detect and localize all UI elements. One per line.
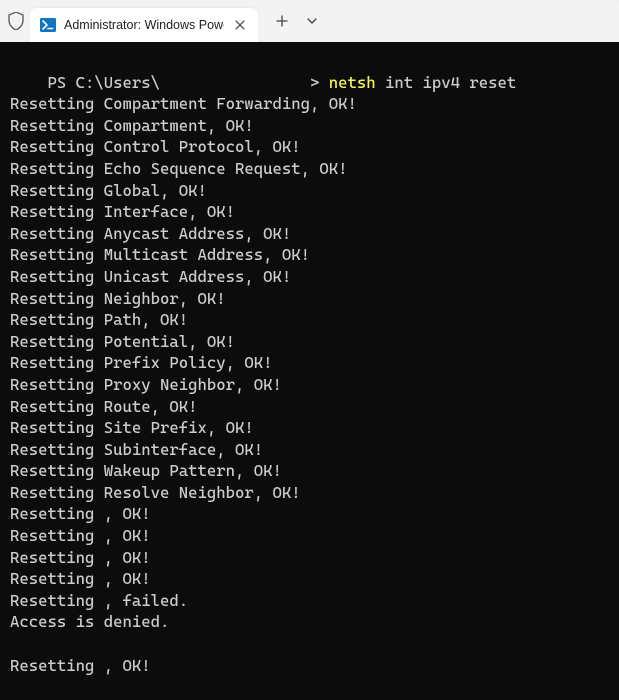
output-line: Resetting Unicast Address, OK!: [10, 266, 609, 288]
output-line: Resetting Compartment Forwarding, OK!: [10, 93, 609, 115]
prompt-prefix: PS C:\Users\: [48, 73, 161, 92]
output-line: Resetting , OK!: [10, 503, 609, 525]
redacted-username: [160, 75, 310, 91]
output-line: Resetting , OK!: [10, 547, 609, 569]
terminal-output[interactable]: PS C:\Users\ > netsh int ipv4 reset Reset…: [0, 42, 619, 700]
output-line: Resetting Proxy Neighbor, OK!: [10, 374, 609, 396]
output-line: Resetting Route, OK!: [10, 396, 609, 418]
new-tab-button[interactable]: [268, 7, 296, 35]
output-line: Resetting , OK!: [10, 525, 609, 547]
output-line: Resetting Path, OK!: [10, 309, 609, 331]
output-line: Resetting Echo Sequence Request, OK!: [10, 158, 609, 180]
powershell-icon: [40, 17, 56, 33]
tab-active[interactable]: Administrator: Windows Powe: [30, 8, 258, 42]
command-rest: int ipv4 reset: [376, 73, 517, 92]
tab-bar: Administrator: Windows Powe: [0, 0, 619, 42]
prompt-suffix: >: [310, 73, 329, 92]
output-line: Resetting Neighbor, OK!: [10, 288, 609, 310]
output-line: Resetting Prefix Policy, OK!: [10, 352, 609, 374]
output-line: [10, 633, 609, 655]
output-line: Resetting Subinterface, OK!: [10, 439, 609, 461]
shield-icon: [8, 12, 24, 30]
output-line: Resetting Global, OK!: [10, 180, 609, 202]
output-line: Resetting Control Protocol, OK!: [10, 136, 609, 158]
output-line: Resetting , OK!: [10, 568, 609, 590]
command-highlight: netsh: [329, 73, 376, 92]
output-lines: Resetting Compartment Forwarding, OK!Res…: [10, 93, 609, 676]
output-line: Resetting , failed.: [10, 590, 609, 612]
output-line: Access is denied.: [10, 611, 609, 633]
output-line: Resetting Compartment, OK!: [10, 115, 609, 137]
prompt-line: PS C:\Users\ > netsh int ipv4 reset: [48, 73, 517, 92]
output-line: Resetting Site Prefix, OK!: [10, 417, 609, 439]
output-line: Resetting Wakeup Pattern, OK!: [10, 460, 609, 482]
output-line: Resetting Resolve Neighbor, OK!: [10, 482, 609, 504]
output-line: Resetting Multicast Address, OK!: [10, 244, 609, 266]
tab-title: Administrator: Windows Powe: [64, 18, 224, 32]
output-line: Resetting Interface, OK!: [10, 201, 609, 223]
terminal-window: Administrator: Windows Powe PS C:\Users\…: [0, 0, 619, 700]
tab-dropdown-button[interactable]: [300, 7, 324, 35]
tab-close-button[interactable]: [232, 17, 248, 33]
output-line: Resetting Potential, OK!: [10, 331, 609, 353]
output-line: Resetting , OK!: [10, 655, 609, 677]
output-line: Resetting Anycast Address, OK!: [10, 223, 609, 245]
